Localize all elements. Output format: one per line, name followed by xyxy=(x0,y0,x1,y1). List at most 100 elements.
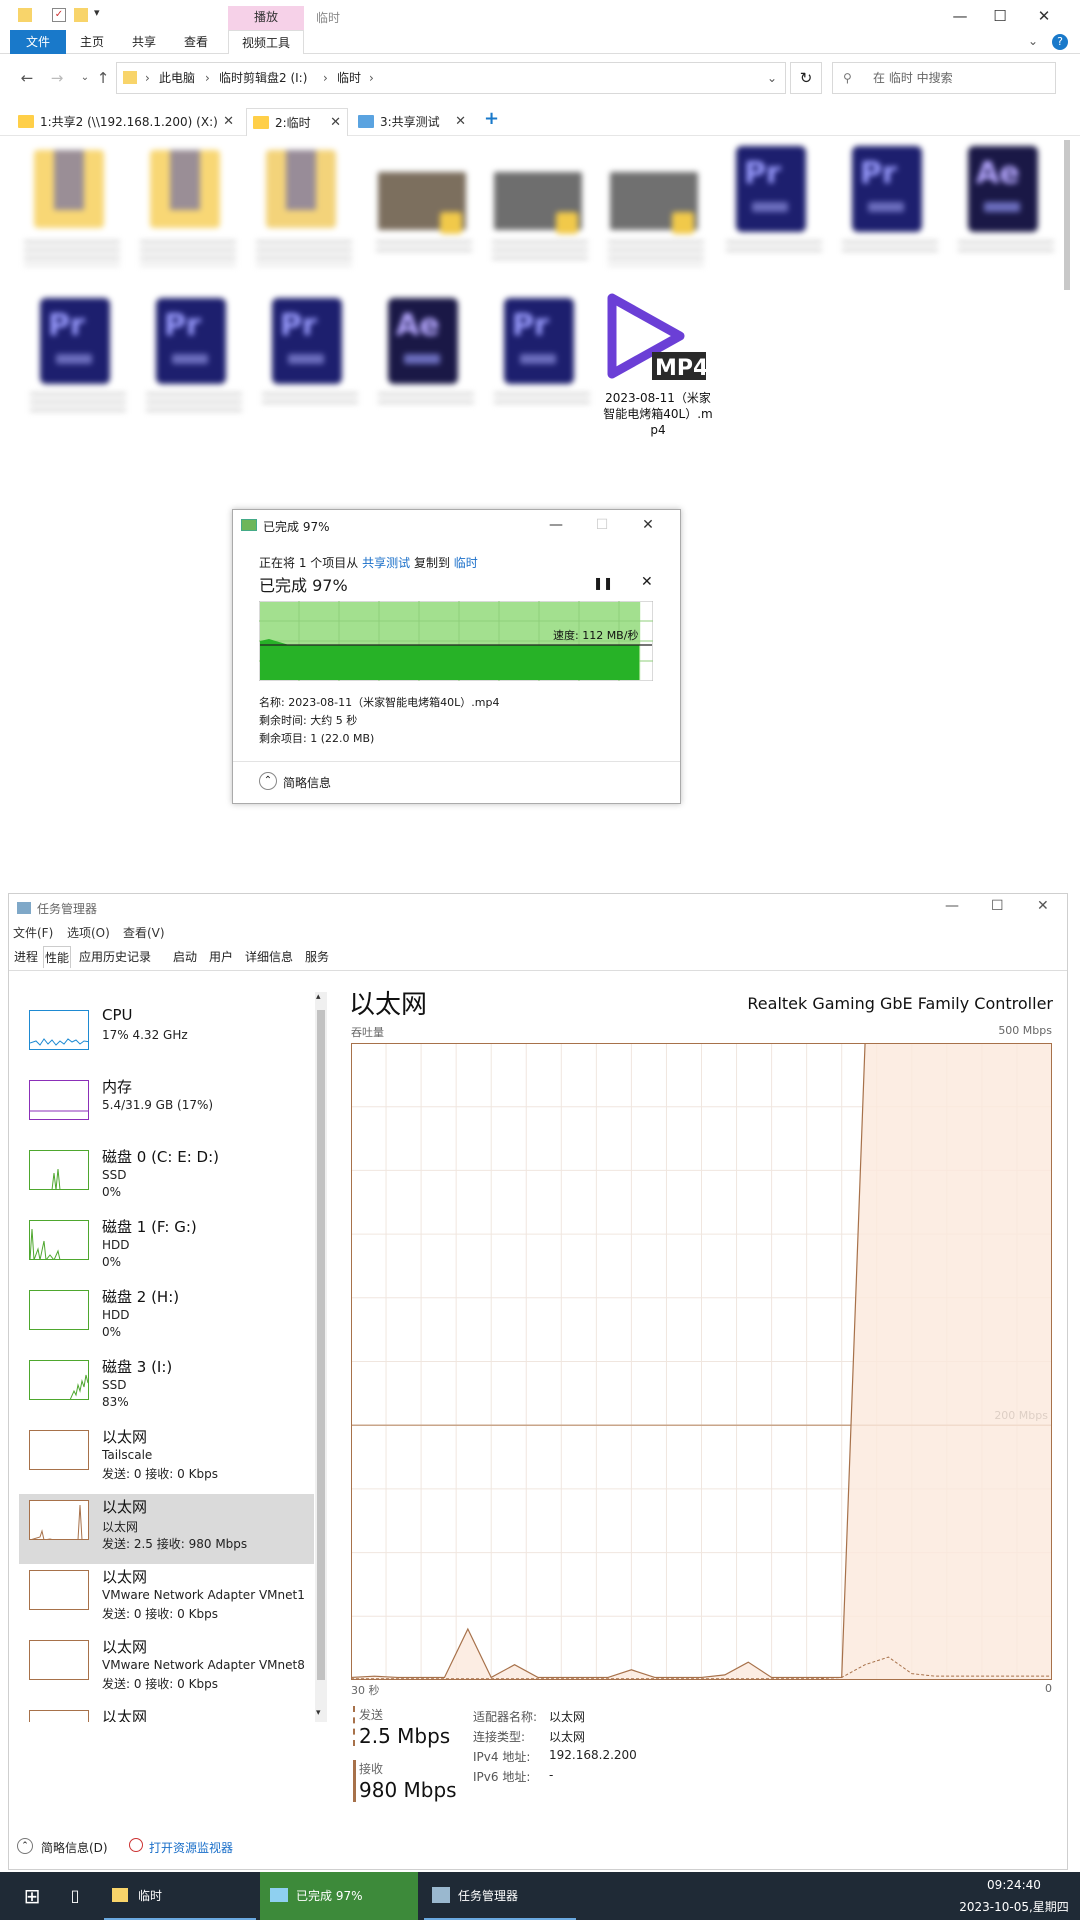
tab-temp[interactable]: 2:临时 ✕ xyxy=(246,108,348,136)
tab-share2[interactable]: 1:共享2 (\\192.168.1.200) (X:) ✕ xyxy=(12,108,240,136)
dest-link[interactable]: 临时 xyxy=(454,556,478,570)
after-effects-project-item[interactable]: Ae xyxy=(378,298,474,418)
clock-time[interactable]: 09:24:40 xyxy=(960,1878,1068,1892)
close-tab-icon[interactable]: ✕ xyxy=(455,108,466,136)
sidebar-item[interactable]: 以太网 以太网 发送: 2.5 接收: 980 Mbps xyxy=(19,1494,314,1564)
search-box[interactable]: ⚲ 在 临时 中搜索 xyxy=(832,62,1056,94)
close-button[interactable]: ✕ xyxy=(1037,898,1049,914)
close-button[interactable]: ✕ xyxy=(1028,4,1060,28)
breadcrumb-this-pc[interactable]: 此电脑 xyxy=(159,63,195,93)
recv-value: 980 Mbps xyxy=(359,1778,457,1802)
tab-home[interactable]: 主页 xyxy=(72,30,112,54)
start-button[interactable]: ⊞ xyxy=(14,1872,50,1920)
less-details-link[interactable]: 简略信息(D) xyxy=(41,1839,108,1856)
refresh-button[interactable]: ↻ xyxy=(790,62,822,94)
close-tab-icon[interactable]: ✕ xyxy=(223,108,234,136)
minimize-button[interactable]: — xyxy=(541,514,571,536)
folder-item[interactable] xyxy=(140,146,236,266)
video-item[interactable] xyxy=(376,146,472,266)
close-tab-icon[interactable]: ✕ xyxy=(330,109,341,137)
sidebar-item[interactable]: 内存 5.4/31.9 GB (17%) xyxy=(19,1074,314,1144)
tab-processes[interactable]: 进程 xyxy=(13,946,39,968)
expand-ribbon-icon[interactable]: ⌄ xyxy=(1028,34,1038,48)
premiere-project-item[interactable]: Pr xyxy=(30,298,126,418)
tab-performance[interactable]: 性能 xyxy=(43,946,71,968)
sidebar-item[interactable]: 磁盘 1 (F: G:) HDD 0% xyxy=(19,1214,314,1284)
address-bar[interactable]: › 此电脑 › 临时剪辑盘2 (I:) › 临时 › ⌄ xyxy=(116,62,786,94)
premiere-project-item[interactable]: Pr xyxy=(726,146,822,266)
clock-date[interactable]: 2023-10-05,星期四 xyxy=(950,1898,1078,1915)
sidebar-item[interactable]: 以太网ZeroTier One [8bd5124fd69c2b5f]发送: 0 … xyxy=(19,1704,314,1722)
less-details-link[interactable]: 简略信息 xyxy=(283,774,331,791)
taskbar-copy-dialog[interactable]: 已完成 97% xyxy=(260,1872,418,1920)
new-folder-icon[interactable] xyxy=(74,8,88,22)
mp4-file-item[interactable]: MP4 2023-08-11（米家智能电烤箱40L）.mp4 xyxy=(602,292,714,442)
taskbar-explorer[interactable]: 临时 xyxy=(104,1872,256,1920)
folder-item[interactable] xyxy=(24,146,120,266)
maximize-button[interactable]: ☐ xyxy=(991,898,1004,914)
tab-share-test[interactable]: 3:共享测试 ✕ xyxy=(352,108,472,136)
explorer-scrollbar[interactable] xyxy=(1064,140,1070,290)
pause-button[interactable]: ❚❚ xyxy=(593,576,613,590)
help-icon[interactable]: ? xyxy=(1052,34,1068,50)
customize-toolbar-icon[interactable]: ▾ xyxy=(94,6,100,19)
open-resource-monitor-link[interactable]: 打开资源监视器 xyxy=(149,1839,233,1856)
sidebar-item[interactable]: 磁盘 3 (I:) SSD 83% xyxy=(19,1354,314,1424)
tab-share[interactable]: 共享 xyxy=(124,30,164,54)
tab-view[interactable]: 查看 xyxy=(176,30,216,54)
copy-to-label: 复制到 xyxy=(413,556,450,570)
task-view-icon[interactable]: ▯ xyxy=(60,1872,90,1920)
taskbar-task-manager[interactable]: 任务管理器 xyxy=(424,1872,576,1920)
minimize-button[interactable]: — xyxy=(945,898,959,914)
tab-app-history[interactable]: 应用历史记录 xyxy=(77,946,153,968)
premiere-project-item[interactable]: Pr xyxy=(494,298,590,418)
maximize-button[interactable]: ☐ xyxy=(984,4,1016,28)
menu-view[interactable]: 查看(V) xyxy=(123,924,165,941)
tab-video-tools[interactable]: 视频工具 xyxy=(228,30,304,54)
menu-file[interactable]: 文件(F) xyxy=(13,924,53,941)
video-thumbnail xyxy=(494,172,582,234)
sidebar-item-line2: 0% xyxy=(102,1325,122,1339)
sidebar-item[interactable]: 以太网 Tailscale 发送: 0 接收: 0 Kbps xyxy=(19,1424,314,1494)
after-effects-project-item[interactable]: Ae xyxy=(958,146,1054,266)
tab-startup[interactable]: 启动 xyxy=(171,946,199,968)
add-tab-button[interactable]: + xyxy=(484,108,499,129)
chevron-up-icon[interactable]: ⌃ xyxy=(17,1838,33,1854)
search-input[interactable]: 在 临时 中搜索 xyxy=(873,63,953,93)
up-button[interactable]: ↑ xyxy=(92,66,114,90)
sidebar-item-name: CPU xyxy=(102,1006,133,1024)
tab-file[interactable]: 文件 xyxy=(10,30,66,54)
items-left-label: 剩余项目: 1 (22.0 MB) xyxy=(259,732,375,745)
close-button[interactable]: ✕ xyxy=(633,514,663,536)
sidebar-item[interactable]: 以太网 VMware Network Adapter VMnet1 发送: 0 接收… xyxy=(19,1564,314,1634)
video-item[interactable] xyxy=(492,146,588,266)
premiere-project-item[interactable]: Pr xyxy=(262,298,358,418)
chevron-up-icon[interactable]: ⌃ xyxy=(259,772,277,790)
tab-details[interactable]: 详细信息 xyxy=(243,946,295,968)
video-item[interactable] xyxy=(608,146,704,266)
ribbon-context-tab[interactable]: 播放 xyxy=(228,6,304,32)
scroll-down-icon[interactable]: ▾ xyxy=(316,1708,321,1718)
scroll-up-icon[interactable]: ▴ xyxy=(316,992,321,1002)
properties-icon[interactable]: ✓ xyxy=(52,8,66,22)
sidebar-item[interactable]: CPU 17% 4.32 GHz xyxy=(19,1004,314,1074)
cancel-copy-button[interactable]: ✕ xyxy=(641,574,653,590)
minimize-button[interactable]: — xyxy=(944,4,976,28)
back-button[interactable]: ← xyxy=(16,66,38,90)
breadcrumb-folder[interactable]: 临时 xyxy=(337,63,361,93)
tab-users[interactable]: 用户 xyxy=(207,946,235,968)
taskbar-label: 临时 xyxy=(138,1889,163,1903)
menu-options[interactable]: 选项(O) xyxy=(67,924,110,941)
premiere-project-item[interactable]: Pr xyxy=(842,146,938,266)
tab-services[interactable]: 服务 xyxy=(303,946,331,968)
source-link[interactable]: 共享测试 xyxy=(362,556,410,570)
chevron-down-icon[interactable]: ⌄ xyxy=(767,63,777,93)
sidebar-item[interactable]: 磁盘 0 (C: E: D:) SSD 0% xyxy=(19,1144,314,1214)
forward-button[interactable]: → xyxy=(46,66,68,90)
sidebar-item[interactable]: 磁盘 2 (H:) HDD 0% xyxy=(19,1284,314,1354)
premiere-project-item[interactable]: Pr xyxy=(146,298,242,418)
sidebar-scrollbar[interactable]: ▴ ▾ xyxy=(315,992,327,1722)
breadcrumb-drive[interactable]: 临时剪辑盘2 (I:) xyxy=(219,63,307,93)
folder-item[interactable] xyxy=(256,146,352,266)
sidebar-item[interactable]: 以太网 VMware Network Adapter VMnet8 发送: 0 接收… xyxy=(19,1634,314,1704)
